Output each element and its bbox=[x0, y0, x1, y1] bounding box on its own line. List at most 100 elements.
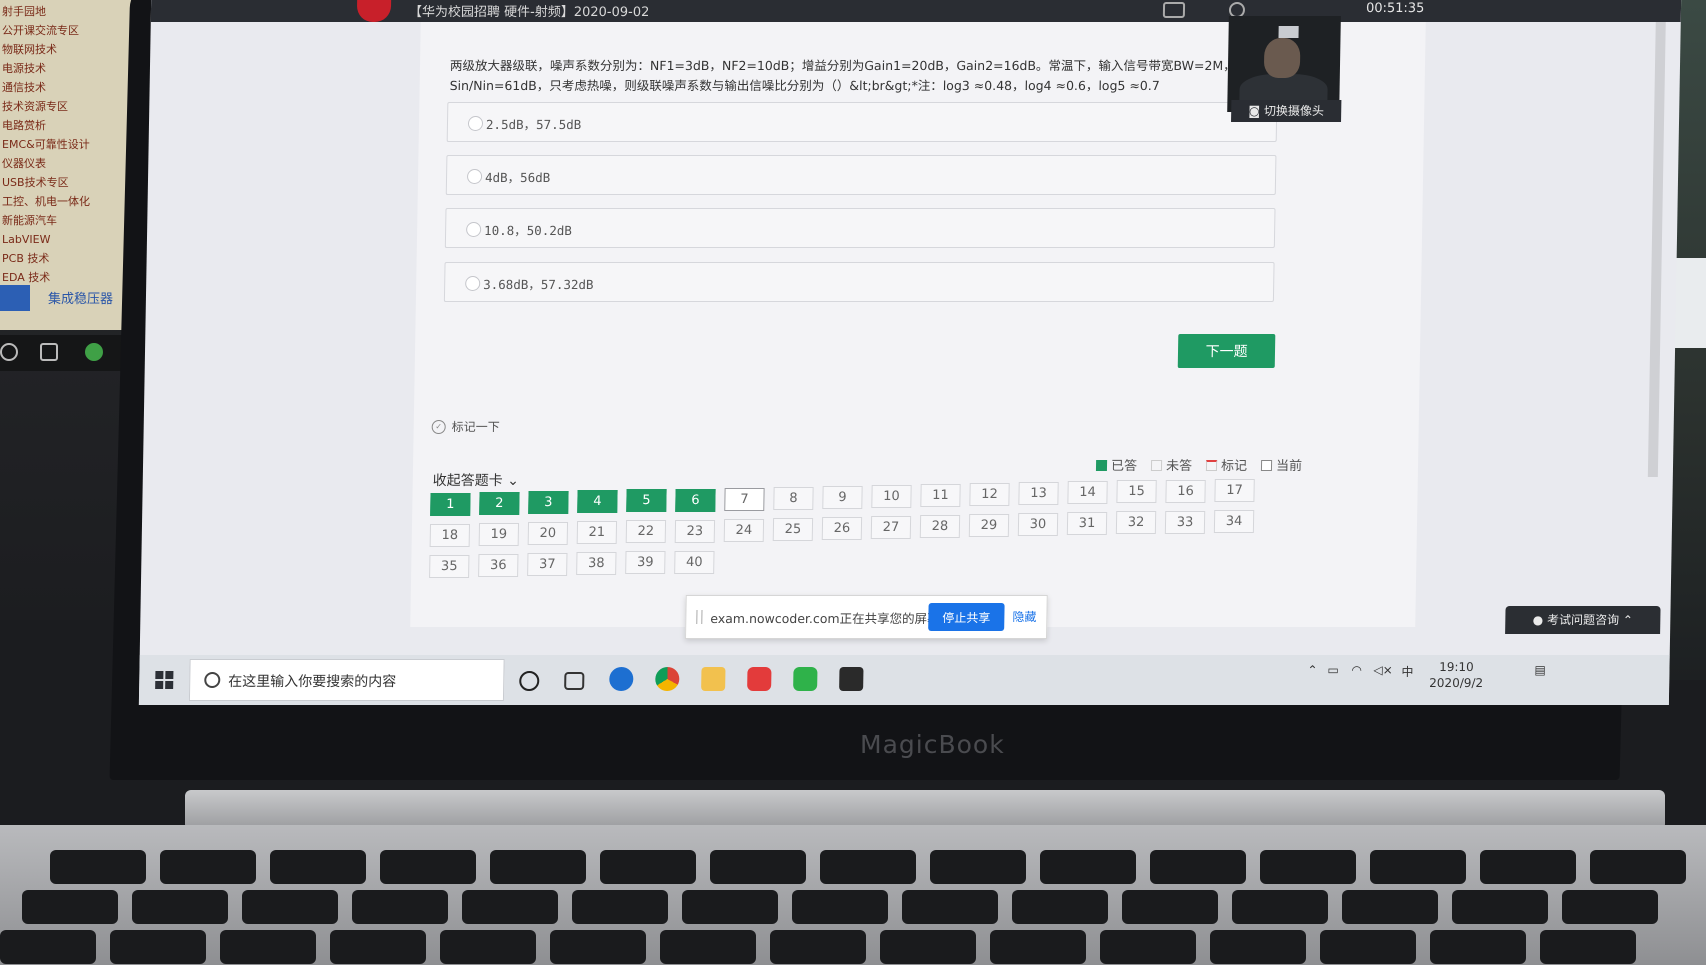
notification-icon[interactable]: ▤ bbox=[1534, 663, 1546, 677]
option-b-label: 4dB，56dB bbox=[484, 170, 551, 185]
answer-card-item-24[interactable]: 24 bbox=[723, 518, 765, 542]
option-c-label: 10.8，50.2dB bbox=[483, 223, 573, 238]
keyboard-key bbox=[1122, 890, 1218, 924]
page-scrollbar[interactable] bbox=[1647, 22, 1666, 477]
laptop-screen: 【华为校园招聘 硬件-射频】2020-09-02 00:51:35 两级放大器级… bbox=[138, 0, 1682, 705]
option-a[interactable]: 2.5dB，57.5dB bbox=[446, 102, 1278, 142]
answer-card-item-5[interactable]: 5 bbox=[626, 489, 667, 513]
answer-card-item-32[interactable]: 32 bbox=[1115, 511, 1157, 535]
file-explorer-icon[interactable] bbox=[701, 667, 726, 691]
answer-card-item-8[interactable]: 8 bbox=[773, 486, 814, 510]
radio-icon[interactable] bbox=[465, 276, 481, 291]
answer-card-item-16[interactable]: 16 bbox=[1165, 479, 1206, 503]
windows-start-icon[interactable] bbox=[155, 671, 174, 689]
monitor-icon[interactable] bbox=[1162, 2, 1186, 18]
search-icon bbox=[204, 672, 221, 688]
answer-card-item-17[interactable]: 17 bbox=[1214, 478, 1255, 502]
answer-card-item-18[interactable]: 18 bbox=[429, 524, 471, 547]
radio-icon[interactable] bbox=[466, 222, 482, 237]
answer-card-item-11[interactable]: 11 bbox=[920, 484, 961, 507]
cortana-icon[interactable] bbox=[519, 671, 540, 691]
keyboard-key bbox=[220, 930, 316, 964]
answer-card-item-30[interactable]: 30 bbox=[1017, 513, 1059, 537]
option-d[interactable]: 3.68dB，57.32dB bbox=[443, 262, 1275, 302]
answered-swatch-icon bbox=[1095, 460, 1108, 471]
answer-card-item-28[interactable]: 28 bbox=[919, 515, 961, 538]
answer-card-item-2[interactable]: 2 bbox=[479, 492, 520, 516]
answer-card-item-31[interactable]: 31 bbox=[1066, 512, 1108, 536]
hide-share-bar-link[interactable]: 隐藏 bbox=[1012, 608, 1036, 625]
answer-card-item-22[interactable]: 22 bbox=[625, 520, 667, 544]
battery-icon[interactable]: ▭ bbox=[1327, 663, 1339, 677]
store-icon[interactable] bbox=[839, 667, 864, 691]
answer-card-item-26[interactable]: 26 bbox=[821, 516, 863, 540]
stop-sharing-button[interactable]: 停止共享 bbox=[928, 603, 1005, 631]
radio-icon[interactable] bbox=[467, 116, 484, 131]
keyboard bbox=[0, 850, 1686, 964]
legend-unanswered: 未答 bbox=[1150, 455, 1192, 474]
answer-card-item-15[interactable]: 15 bbox=[1116, 480, 1157, 504]
answer-card-item-27[interactable]: 27 bbox=[870, 515, 912, 539]
keyboard-key bbox=[682, 890, 778, 924]
keyboard-key bbox=[380, 850, 476, 884]
drag-handle-icon[interactable] bbox=[696, 610, 703, 624]
chevron-up-icon[interactable]: ⌃ bbox=[1307, 663, 1317, 677]
answer-card-item-35[interactable]: 35 bbox=[429, 555, 470, 578]
person-face bbox=[1263, 38, 1301, 78]
option-b[interactable]: 4dB，56dB bbox=[445, 155, 1277, 195]
ime-indicator[interactable]: 中 bbox=[1401, 663, 1413, 680]
task-view-icon[interactable] bbox=[564, 672, 585, 690]
wifi-icon[interactable]: ◠ bbox=[1351, 663, 1362, 677]
switch-camera-button[interactable]: ◙ 切换摄像头 bbox=[1231, 100, 1342, 122]
clock-date: 2020/9/2 bbox=[1429, 676, 1484, 690]
answer-card-item-4[interactable]: 4 bbox=[577, 490, 618, 514]
answer-card-item-20[interactable]: 20 bbox=[527, 522, 569, 546]
next-question-button[interactable]: 下一题 bbox=[1177, 334, 1276, 368]
answer-card-item-21[interactable]: 21 bbox=[576, 521, 618, 545]
mark-question-toggle[interactable]: ✓ 标记一下 bbox=[431, 418, 500, 435]
keyboard-key bbox=[990, 930, 1086, 964]
keyboard-key bbox=[1320, 930, 1416, 964]
answer-card-item-12[interactable]: 12 bbox=[969, 483, 1010, 507]
answer-card-item-36[interactable]: 36 bbox=[478, 554, 519, 578]
taskbar-clock[interactable]: 19:10 2020/9/2 bbox=[1429, 659, 1483, 691]
answer-card-item-33[interactable]: 33 bbox=[1164, 510, 1206, 534]
netease-music-icon[interactable] bbox=[747, 667, 772, 691]
answer-card-item-3[interactable]: 3 bbox=[528, 491, 569, 515]
answer-card-item-39[interactable]: 39 bbox=[625, 551, 666, 575]
camera-icon: ◙ bbox=[1248, 104, 1265, 118]
taskbar-search-input[interactable]: 在这里输入你要搜索的内容 bbox=[188, 659, 505, 701]
answer-card-item-23[interactable]: 23 bbox=[674, 519, 716, 543]
answer-card-item-9[interactable]: 9 bbox=[822, 485, 863, 509]
answer-card-item-34[interactable]: 34 bbox=[1213, 509, 1255, 533]
answer-card-item-13[interactable]: 13 bbox=[1018, 482, 1059, 506]
keyboard-key bbox=[660, 930, 756, 964]
answer-card-item-6[interactable]: 6 bbox=[675, 488, 716, 512]
keyboard-key bbox=[50, 850, 146, 884]
keyboard-key bbox=[572, 890, 668, 924]
answer-card-item-10[interactable]: 10 bbox=[871, 484, 912, 508]
keyboard-key bbox=[710, 850, 806, 884]
check-circle-icon: ✓ bbox=[431, 419, 446, 434]
radio-icon[interactable] bbox=[466, 169, 483, 184]
answer-card-item-37[interactable]: 37 bbox=[527, 553, 568, 577]
task-view-icon bbox=[40, 343, 58, 361]
exam-help-button[interactable]: ● 考试问题咨询 ⌃ bbox=[1505, 606, 1661, 634]
collapse-answer-card[interactable]: 收起答题卡 ⌄ bbox=[433, 470, 520, 490]
wechat-icon[interactable] bbox=[793, 667, 818, 691]
answer-card-item-29[interactable]: 29 bbox=[968, 514, 1010, 538]
keyboard-key bbox=[1040, 850, 1136, 884]
legend-current: 当前 bbox=[1260, 455, 1302, 474]
volume-muted-icon[interactable]: ◁× bbox=[1373, 663, 1393, 677]
option-c[interactable]: 10.8，50.2dB bbox=[444, 208, 1276, 248]
answer-card-item-25[interactable]: 25 bbox=[772, 517, 814, 541]
answer-card-item-19[interactable]: 19 bbox=[478, 523, 520, 547]
answer-card-item-40[interactable]: 40 bbox=[674, 550, 715, 574]
edge-icon[interactable] bbox=[609, 667, 634, 691]
answer-card-item-7[interactable]: 7 bbox=[724, 487, 765, 511]
chrome-icon[interactable] bbox=[655, 667, 680, 691]
keyboard-key bbox=[352, 890, 448, 924]
answer-card-item-38[interactable]: 38 bbox=[576, 552, 617, 576]
answer-card-item-1[interactable]: 1 bbox=[430, 493, 471, 516]
answer-card-item-14[interactable]: 14 bbox=[1067, 481, 1108, 505]
